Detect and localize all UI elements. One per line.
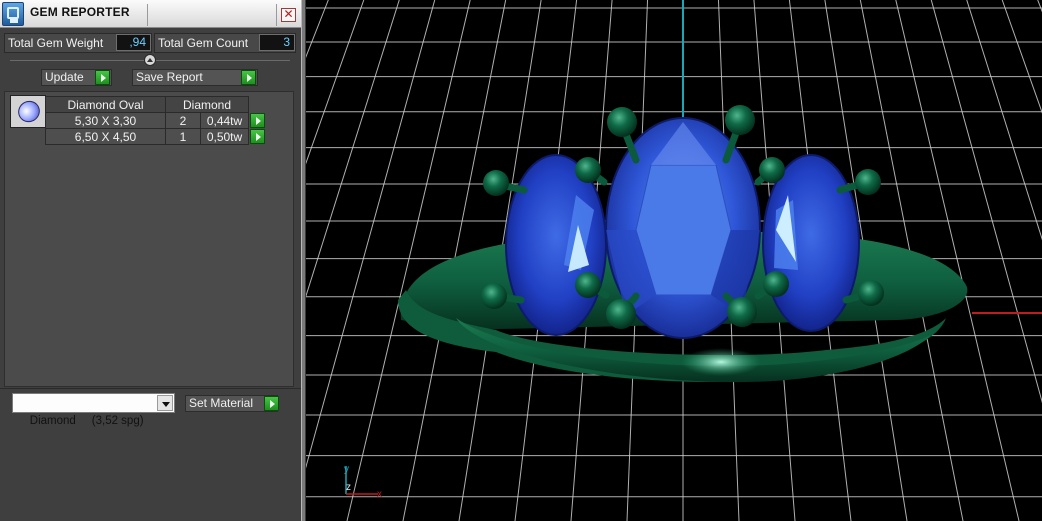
table-row[interactable]: 5,30 X 3,30 2 0,44tw: [45, 112, 267, 129]
set-material-go-arrow-icon[interactable]: [264, 396, 279, 411]
prong: [855, 169, 881, 195]
gem-count: 1: [165, 128, 201, 145]
total-gem-weight-value: ,94: [116, 34, 151, 51]
prong: [606, 299, 636, 329]
gem-weight: 0,44tw: [200, 112, 249, 129]
prong: [858, 280, 884, 306]
header-gem-shape: Diamond Oval: [45, 96, 166, 113]
header-gem-material: Diamond: [165, 96, 249, 113]
gem-size: 6,50 X 4,50: [45, 128, 166, 145]
gem-reporter-app-icon: [2, 2, 24, 26]
prong: [727, 297, 757, 327]
gem-reporter-panel: GEM REPORTER ✕ Total Gem Weight ,94 Tota…: [0, 0, 301, 521]
gem-size: 5,30 X 3,30: [45, 112, 166, 129]
grid-line: [966, 0, 1042, 241]
window-title: GEM REPORTER: [30, 5, 130, 19]
save-report-button-label: Save Report: [136, 70, 203, 84]
prong: [483, 170, 509, 196]
3d-viewport[interactable]: y z x: [306, 0, 1042, 521]
axis-gizmo: y z x: [344, 464, 382, 500]
save-report-button[interactable]: Save Report: [132, 69, 258, 86]
select-row-arrow-icon[interactable]: [250, 128, 265, 144]
grid-line: [1037, 0, 1042, 13]
gem-table: Diamond Oval Diamond 5,30 X 3,30 2 0,44t…: [45, 96, 267, 145]
gem-count: 2: [165, 112, 201, 129]
prong: [763, 271, 789, 297]
grid-line: [306, 0, 436, 469]
total-gem-weight-label: Total Gem Weight: [8, 36, 104, 50]
prong: [575, 272, 601, 298]
collapse-arrow-icon[interactable]: [144, 54, 156, 66]
grid-line: [306, 0, 365, 165]
title-separator: [147, 4, 148, 26]
prong: [481, 283, 507, 309]
gem-weight: 0,50tw: [200, 128, 249, 145]
prong: [575, 157, 601, 183]
update-button-label: Update: [45, 70, 84, 84]
title-separator: [276, 4, 277, 26]
center-gem-table: [635, 164, 732, 296]
oval-gem-thumbnail-icon: [10, 95, 46, 128]
grid-line: [1001, 0, 1042, 114]
divider: [0, 388, 301, 389]
save-report-go-arrow-icon[interactable]: [241, 70, 256, 85]
table-row[interactable]: 6,50 X 4,50 1 0,50tw: [45, 128, 267, 145]
viewport-canvas[interactable]: y z x: [306, 0, 1042, 521]
grid-line: [306, 0, 400, 298]
select-row-arrow-icon[interactable]: [250, 112, 265, 128]
chevron-down-icon[interactable]: [157, 395, 173, 411]
title-bar: GEM REPORTER ✕: [0, 0, 301, 28]
prong: [607, 107, 637, 137]
prong: [725, 105, 755, 135]
set-material-button-label: Set Material: [189, 396, 254, 410]
gizmo-z-label: z: [346, 482, 351, 493]
total-gem-count-value: 3: [259, 34, 295, 51]
metal-highlight: [681, 348, 761, 376]
gizmo-y-label: y: [344, 464, 349, 475]
total-gem-count-label: Total Gem Count: [158, 36, 249, 50]
material-selected-value: Diamond (3,52 spg): [29, 415, 144, 427]
gem-table-header: Diamond Oval Diamond: [45, 96, 267, 113]
gizmo-x-label: x: [377, 489, 382, 500]
close-button[interactable]: ✕: [281, 8, 296, 22]
material-select[interactable]: Diamond (3,52 spg): [12, 393, 175, 427]
update-go-arrow-icon[interactable]: [95, 70, 110, 85]
prong: [759, 157, 785, 183]
